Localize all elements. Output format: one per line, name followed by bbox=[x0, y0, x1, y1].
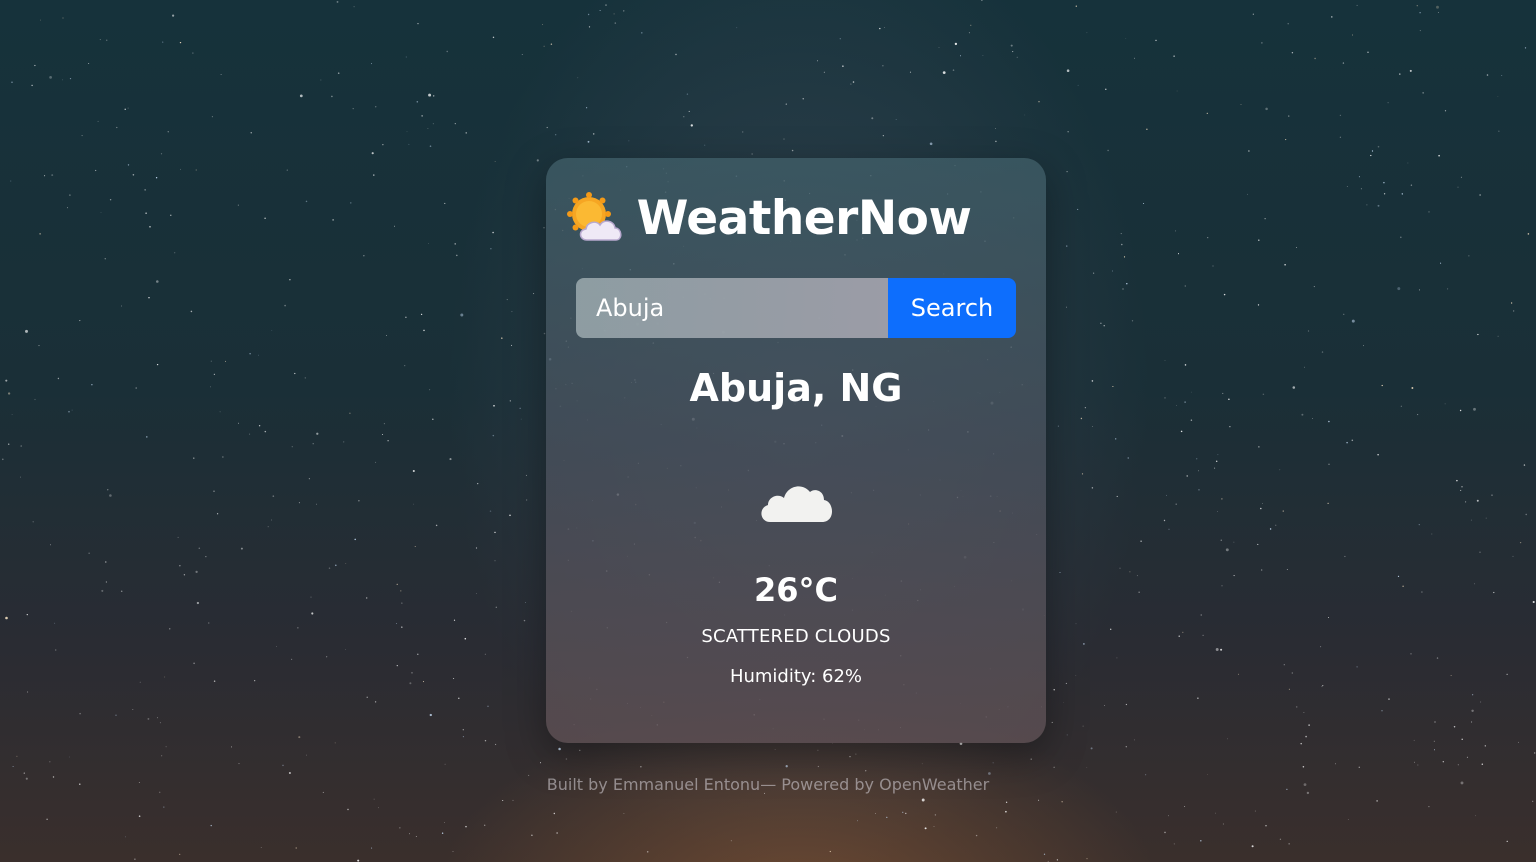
app-header: WeatherNow bbox=[0, 190, 1536, 246]
search-button[interactable]: Search bbox=[888, 278, 1016, 338]
app-title: WeatherNow bbox=[636, 190, 972, 246]
weather-description: SCATTERED CLOUDS bbox=[701, 626, 891, 647]
sun-behind-cloud-icon bbox=[566, 192, 622, 241]
city-search-input[interactable] bbox=[576, 278, 888, 338]
search-bar: Search bbox=[576, 278, 1016, 338]
footer-credit: Built by Emmanuel Entonu— Powered by Ope… bbox=[546, 775, 990, 794]
cloud-icon bbox=[761, 486, 832, 522]
humidity: Humidity: 62% bbox=[729, 666, 863, 687]
temperature: 26°C bbox=[753, 571, 838, 609]
location-name: Abuja, NG bbox=[689, 366, 903, 410]
